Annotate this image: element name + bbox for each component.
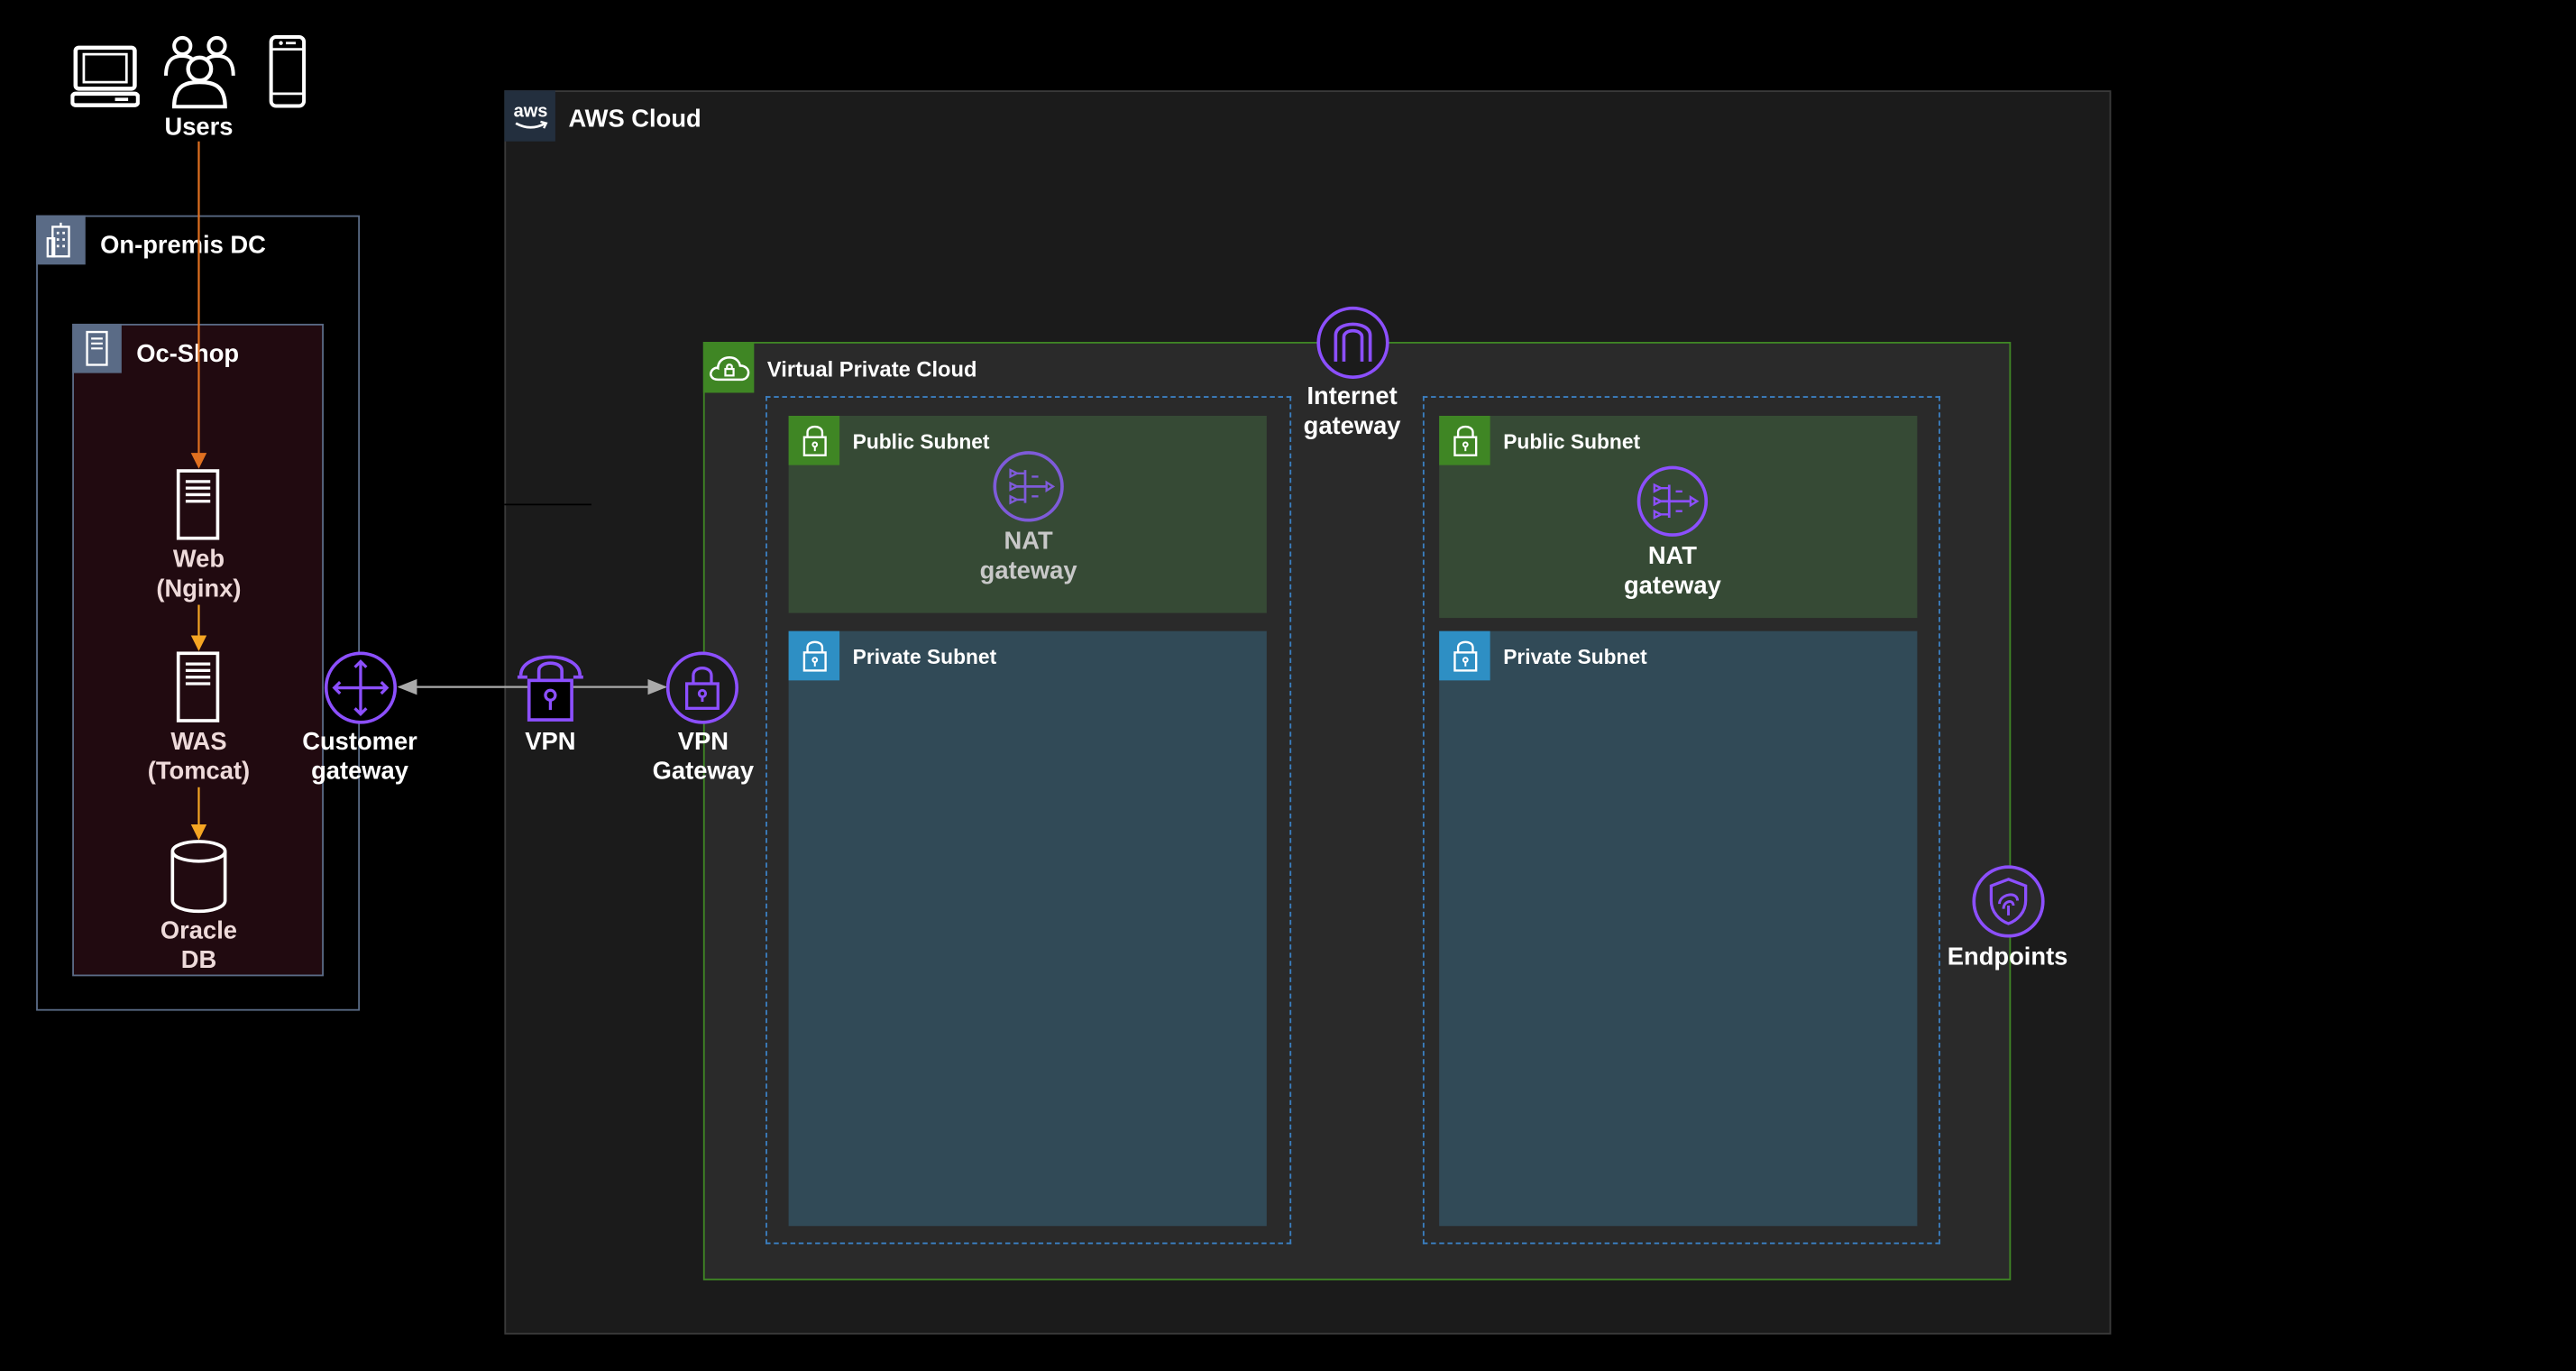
- vpn-gateway-icon[interactable]: [665, 651, 739, 725]
- vpn-label: VPN: [525, 728, 576, 757]
- customer-gateway-label: Customer gateway: [302, 728, 417, 786]
- customer-gateway-icon[interactable]: [324, 651, 398, 725]
- architecture-diagram: Users On-premis DC Oc-Shop Web (Nginx) W…: [0, 0, 2576, 1371]
- vpn-gateway-label: VPN Gateway: [652, 728, 755, 786]
- vpn-connection-icon[interactable]: [514, 651, 586, 723]
